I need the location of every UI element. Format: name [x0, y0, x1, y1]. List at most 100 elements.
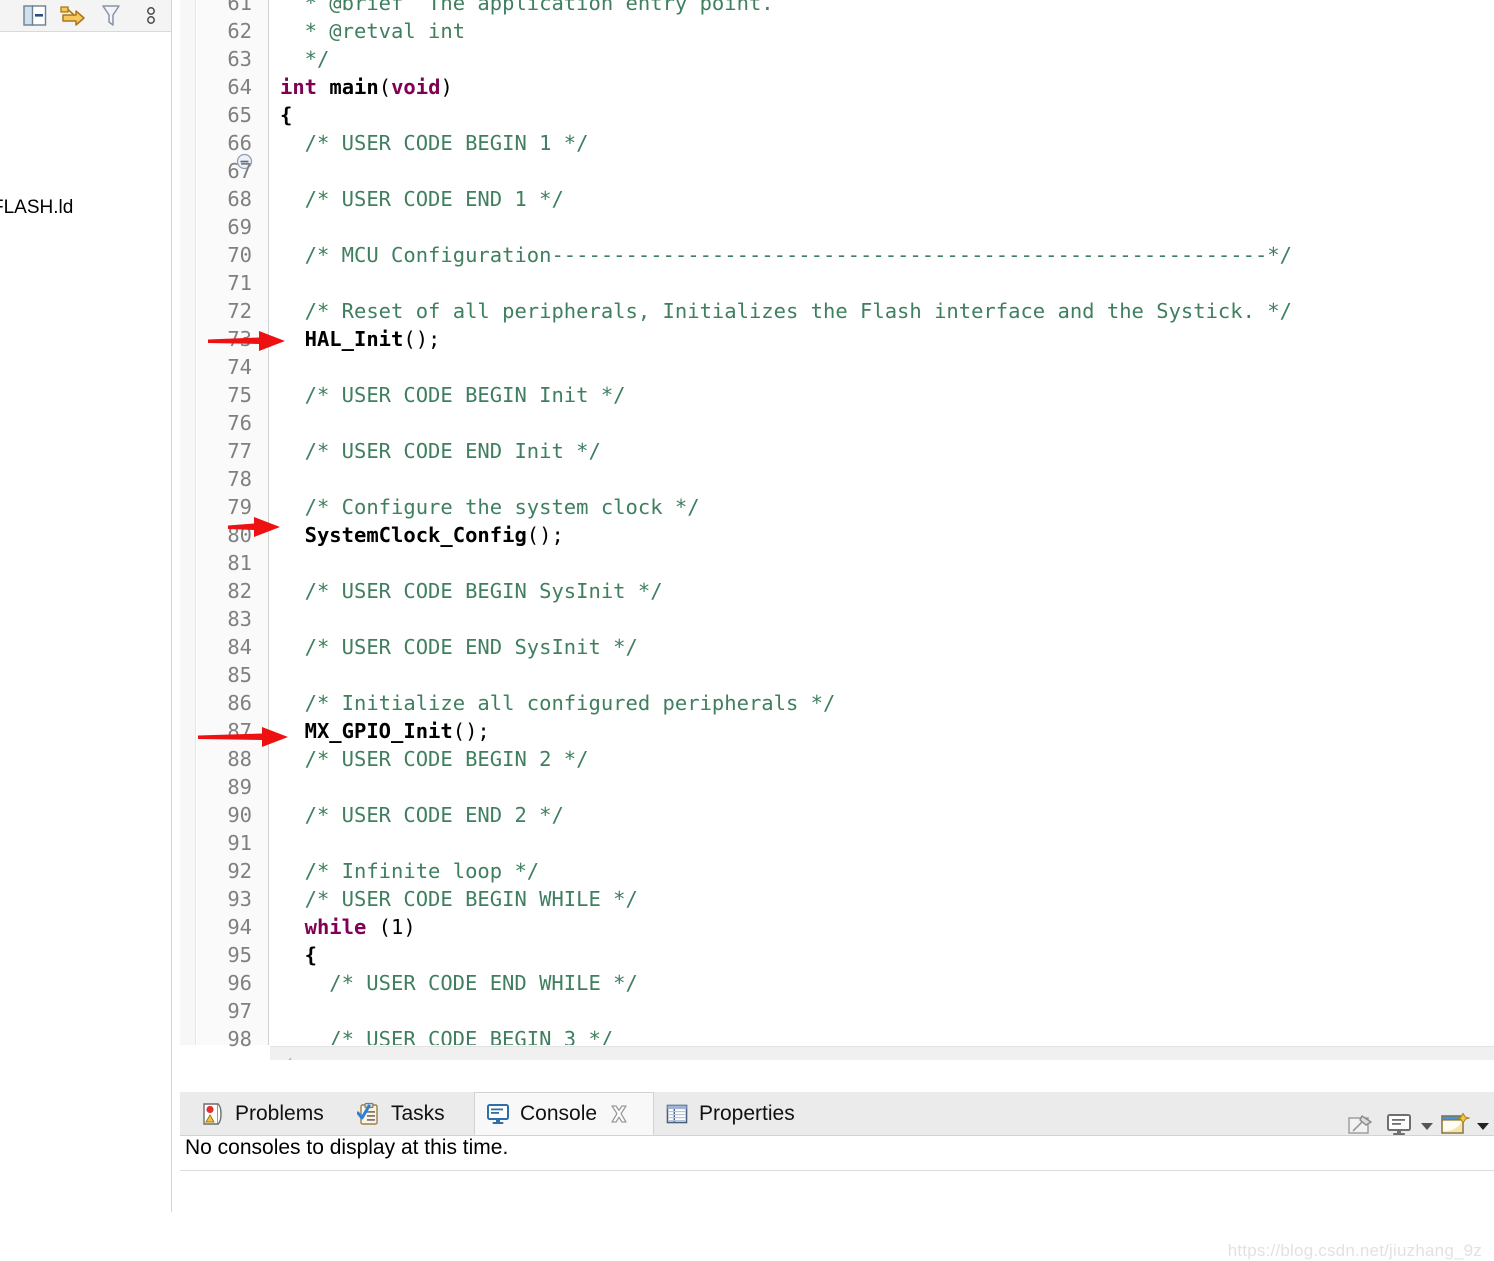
tab-label: Console: [520, 1101, 598, 1125]
tree-item-flash-ld[interactable]: FLASH.ld: [0, 195, 171, 221]
tab-console[interactable]: Console: [474, 1092, 654, 1135]
line-number: 74: [227, 355, 252, 379]
line-number: 85: [227, 663, 252, 687]
line-number: 82: [227, 579, 252, 603]
line-number: 84: [227, 635, 252, 659]
eclipse-ide-window: FLASH.ld 61 62 63 64 65 66 67 68 69 70 71 72 73 74 75 7…: [0, 0, 1494, 1260]
line-number: 87: [227, 719, 252, 743]
code-token: /* USER CODE END 1 */: [304, 187, 564, 211]
console-icon: [485, 1101, 511, 1127]
code-line[interactable]: /* Initialize all configured peripherals…: [305, 689, 836, 717]
line-number: 75: [227, 383, 252, 407]
tab-properties[interactable]: Properties: [654, 1092, 826, 1135]
view-tab-bar: Problems Tasks Console Properties: [180, 1092, 1494, 1136]
code-line[interactable]: /* USER CODE END 2 */: [305, 801, 564, 829]
code-token: ();: [526, 523, 564, 547]
code-line[interactable]: /* USER CODE BEGIN 3 */: [329, 1025, 613, 1045]
code-line[interactable]: /* MCU Configuration--------------------…: [305, 241, 1292, 269]
editor-horizontal-scrollbar[interactable]: ‹: [270, 1046, 1494, 1060]
line-number-gutter: 61 62 63 64 65 66 67 68 69 70 71 72 73 74 75 76 77 78 79 80…: [197, 0, 269, 1051]
line-number: 80: [227, 523, 252, 547]
code-token: /* Configure the system clock */: [304, 495, 700, 519]
console-empty-message: No consoles to display at this time.: [185, 1136, 509, 1159]
code-line[interactable]: int main(void): [280, 73, 453, 101]
code-token: (: [378, 75, 392, 99]
line-number: 77: [227, 439, 252, 463]
code-token: /* USER CODE END SysInit */: [304, 635, 638, 659]
code-line[interactable]: /* USER CODE END Init */: [305, 437, 601, 465]
properties-icon: [664, 1101, 690, 1127]
code-token: /* Reset of all peripherals, Initializes…: [304, 299, 1292, 323]
tab-label: Tasks: [391, 1101, 445, 1125]
line-number: 78: [227, 467, 252, 491]
line-number: 94: [227, 915, 252, 939]
code-token: while: [304, 915, 367, 939]
editor-marker-ruler[interactable]: [180, 0, 196, 1045]
code-line[interactable]: */: [305, 45, 330, 73]
code-line[interactable]: /* USER CODE BEGIN 1 */: [305, 129, 589, 157]
code-line[interactable]: HAL_Init();: [305, 325, 441, 353]
bottom-view-stack: Problems Tasks Console Properties No con…: [180, 1080, 1494, 1260]
close-icon[interactable]: [608, 1103, 630, 1125]
code-text-area[interactable]: * @brief The application entry point. * @…: [270, 0, 1494, 1045]
line-number: 88: [227, 747, 252, 771]
code-line[interactable]: /* USER CODE END 1 */: [305, 185, 564, 213]
line-number: 89: [227, 775, 252, 799]
scroll-left-icon[interactable]: ‹: [278, 1047, 300, 1061]
line-number: 81: [227, 551, 252, 575]
code-token: * @brief The application entry point.: [304, 0, 774, 15]
code-editor[interactable]: 61 62 63 64 65 66 67 68 69 70 71 72 73 74 75 76 77 78 79 80…: [180, 0, 1494, 1060]
code-line[interactable]: {: [305, 941, 317, 969]
project-explorer-tree[interactable]: FLASH.ld: [0, 32, 171, 1212]
tab-tasks[interactable]: Tasks: [346, 1092, 474, 1135]
code-token: /* USER CODE END 2 */: [304, 803, 564, 827]
line-number: 91: [227, 831, 252, 855]
code-line[interactable]: /* USER CODE BEGIN SysInit */: [305, 577, 663, 605]
line-number: 96: [227, 971, 252, 995]
code-token: {: [304, 943, 317, 967]
line-number: 95: [227, 943, 252, 967]
link-with-editor-icon[interactable]: [58, 0, 88, 31]
code-line[interactable]: /* USER CODE BEGIN WHILE */: [305, 885, 638, 913]
tasks-icon: [356, 1101, 382, 1127]
code-line[interactable]: SystemClock_Config();: [305, 521, 564, 549]
view-menu-icon[interactable]: [136, 0, 166, 31]
code-line[interactable]: MX_GPIO_Init();: [305, 717, 490, 745]
console-content: No consoles to display at this time. htt…: [180, 1136, 1494, 1260]
tab-problems[interactable]: Problems: [190, 1092, 346, 1135]
watermark-text: https://blog.csdn.net/jiuzhang_9z: [1227, 1241, 1482, 1260]
code-line[interactable]: * @retval int: [305, 17, 465, 45]
problems-icon: [200, 1101, 226, 1127]
code-line[interactable]: /* USER CODE BEGIN Init */: [305, 381, 626, 409]
line-number: 66: [227, 131, 252, 155]
code-token: /* MCU Configuration--------------------…: [304, 243, 1292, 267]
line-number: 98: [227, 1027, 252, 1051]
code-token: /* Initialize all configured peripherals…: [304, 691, 836, 715]
tab-label: Problems: [235, 1101, 324, 1125]
code-line[interactable]: /* Infinite loop */: [305, 857, 540, 885]
filter-icon[interactable]: [96, 0, 126, 31]
code-token: /* USER CODE END Init */: [304, 439, 601, 463]
code-line[interactable]: /* Configure the system clock */: [305, 493, 700, 521]
line-number: 97: [227, 999, 252, 1023]
code-line[interactable]: /* Reset of all peripherals, Initializes…: [305, 297, 1292, 325]
line-number: 93: [227, 887, 252, 911]
code-token: int: [280, 75, 318, 99]
line-number: 79: [227, 495, 252, 519]
line-number: 71: [227, 271, 252, 295]
code-line[interactable]: {: [280, 101, 292, 129]
code-line[interactable]: while (1): [305, 913, 416, 941]
code-line[interactable]: /* USER CODE BEGIN 2 */: [305, 745, 589, 773]
collapse-all-icon[interactable]: [20, 0, 50, 31]
code-line[interactable]: /* USER CODE END WHILE */: [329, 969, 638, 997]
line-number: 65: [227, 103, 252, 127]
project-explorer-view: FLASH.ld: [0, 0, 172, 1212]
tree-item-label: FLASH.ld: [0, 197, 74, 218]
line-number: 70: [227, 243, 252, 267]
code-token: HAL_Init: [304, 327, 404, 351]
project-explorer-toolbar: [0, 0, 171, 32]
code-line[interactable]: * @brief The application entry point.: [305, 0, 774, 17]
code-line[interactable]: /* USER CODE END SysInit */: [305, 633, 638, 661]
code-token: ();: [452, 719, 490, 743]
